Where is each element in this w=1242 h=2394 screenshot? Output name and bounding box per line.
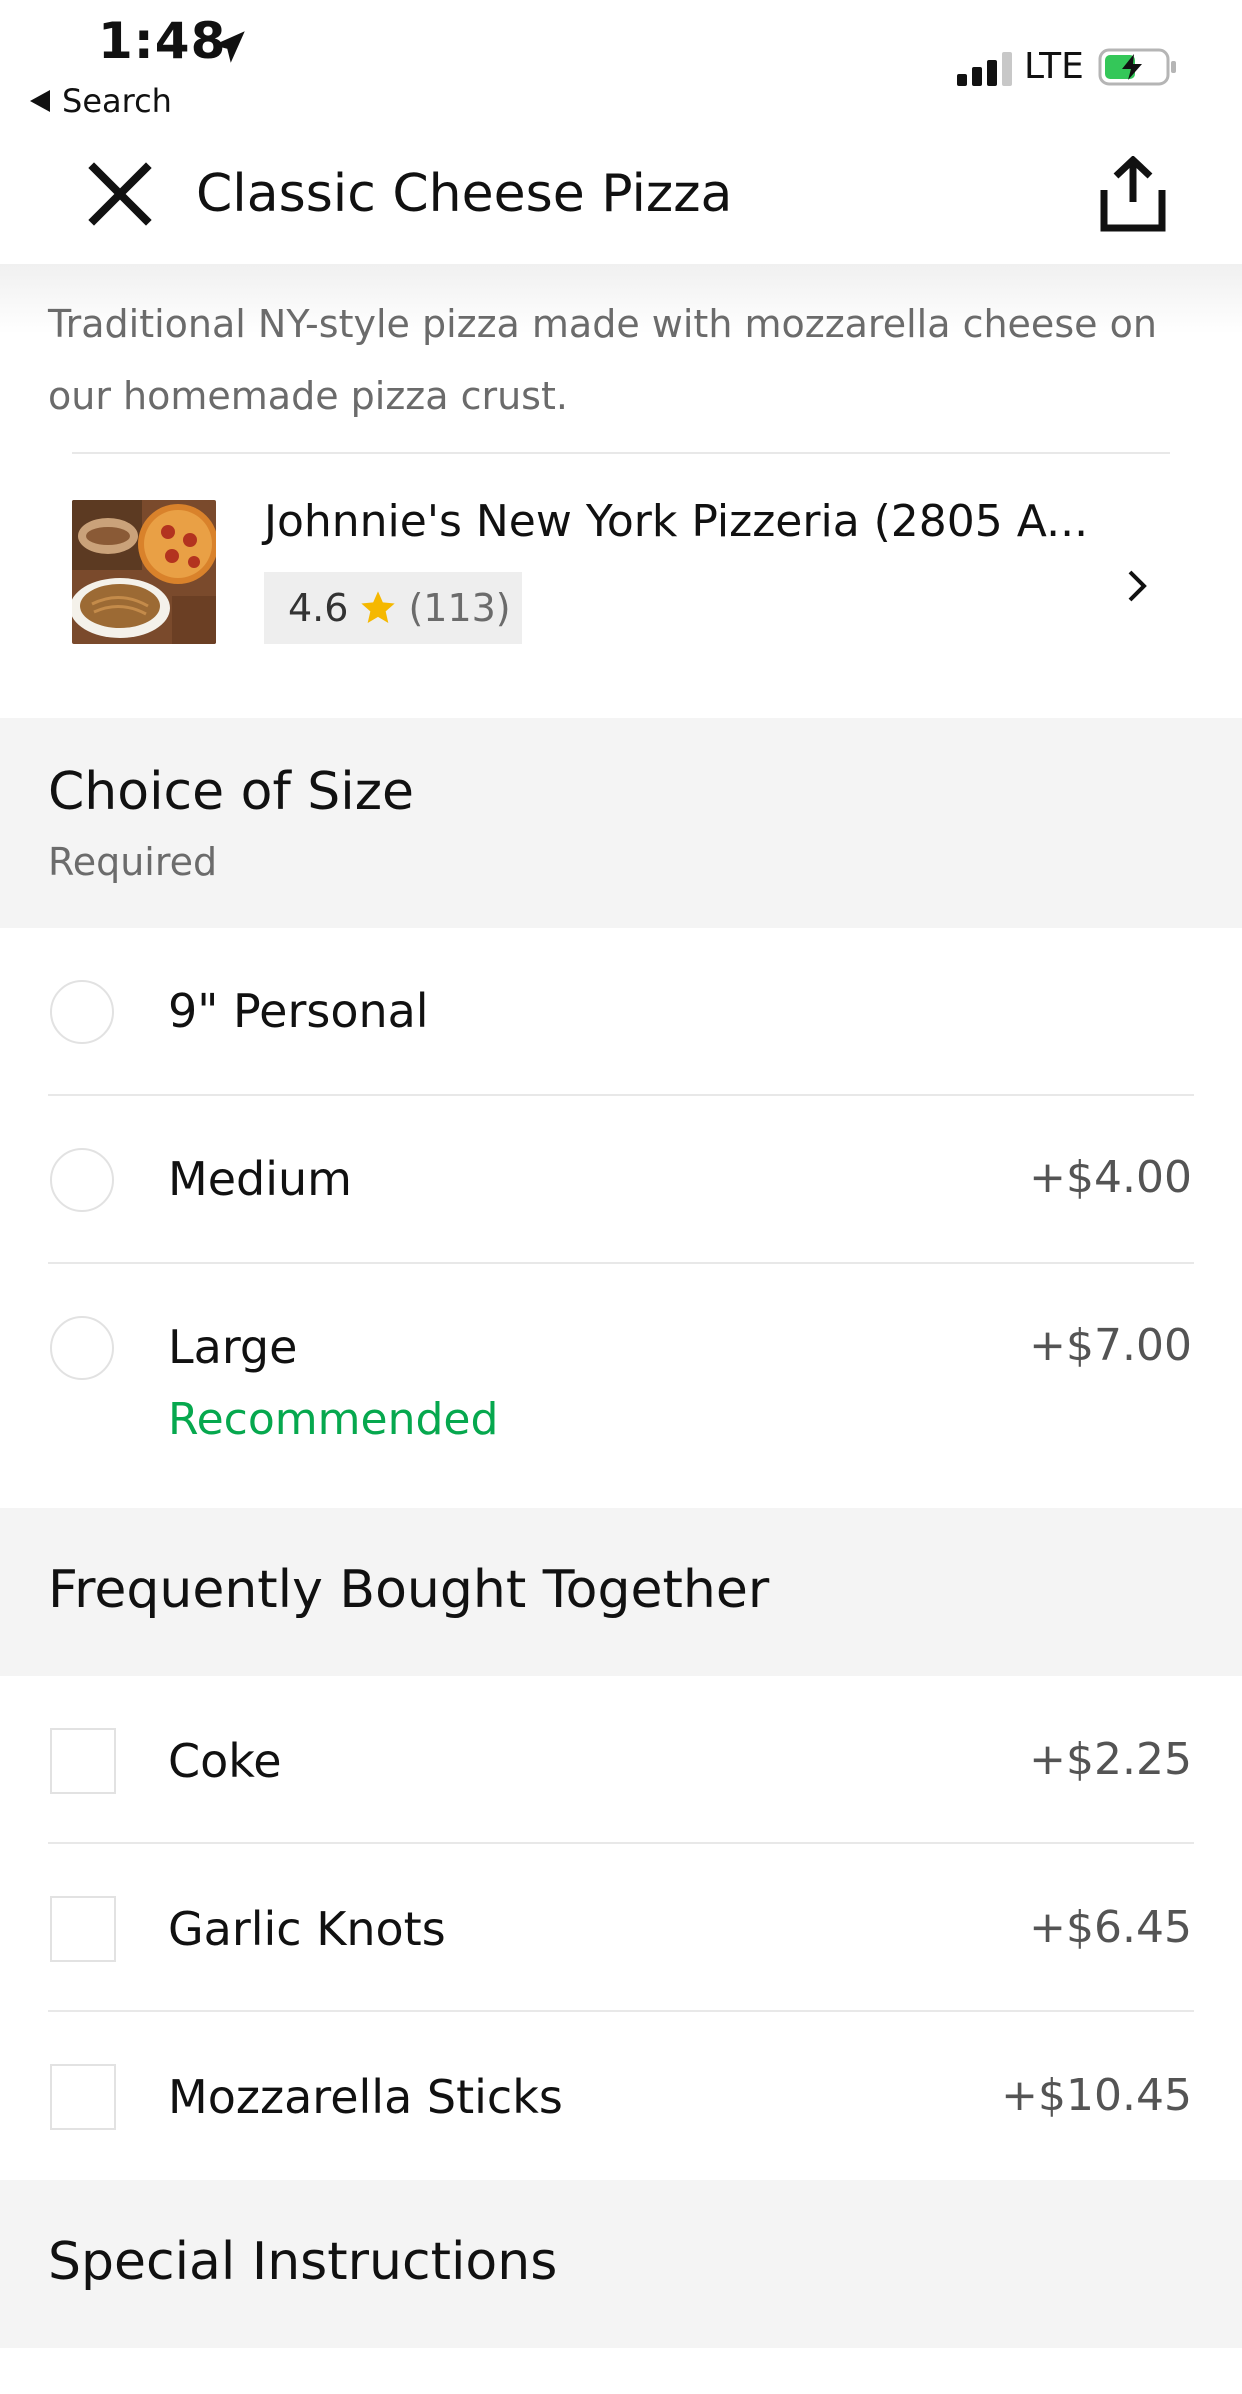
size-radio-large[interactable] xyxy=(50,1316,114,1380)
close-icon[interactable] xyxy=(86,160,154,228)
size-option-price: +$7.00 xyxy=(1029,1320,1192,1371)
item-description: Traditional NY-style pizza made with moz… xyxy=(48,302,1157,418)
rating-badge: 4.6 (113) xyxy=(264,572,522,644)
size-radio-medium[interactable] xyxy=(50,1148,114,1212)
star-icon xyxy=(361,591,396,623)
addon-label: Garlic Knots xyxy=(168,1902,446,1956)
size-section-required: Required xyxy=(48,840,218,884)
addon-checkbox-garlic-knots[interactable] xyxy=(50,1896,116,1962)
recommended-badge: Recommended xyxy=(168,1394,499,1445)
divider xyxy=(72,452,1170,454)
back-to-search-link[interactable]: Search xyxy=(30,82,172,120)
addon-price: +$6.45 xyxy=(1029,1902,1192,1953)
chevron-right-icon[interactable] xyxy=(1120,566,1156,606)
addon-price: +$2.25 xyxy=(1029,1734,1192,1785)
size-option-row[interactable] xyxy=(0,1264,1242,1506)
size-radio-personal[interactable] xyxy=(50,980,114,1044)
addon-checkbox-coke[interactable] xyxy=(50,1728,116,1794)
special-instructions-title: Special Instructions xyxy=(48,2232,558,2292)
restaurant-thumbnail xyxy=(72,500,216,644)
addon-label: Coke xyxy=(168,1734,282,1788)
rating-value: 4.6 xyxy=(288,586,349,630)
frequently-bought-title: Frequently Bought Together xyxy=(48,1560,770,1620)
carrier-label: LTE xyxy=(1024,46,1084,87)
battery-charging-icon xyxy=(1098,48,1176,86)
addon-checkbox-mozzarella-sticks[interactable] xyxy=(50,2064,116,2130)
addon-price: +$10.45 xyxy=(1001,2070,1192,2121)
addon-label: Mozzarella Sticks xyxy=(168,2070,563,2124)
page-title: Classic Cheese Pizza xyxy=(196,164,733,224)
back-arrow-icon xyxy=(30,90,50,112)
rating-count: (113) xyxy=(408,586,511,630)
size-section-title: Choice of Size xyxy=(48,762,415,822)
size-option-label: Medium xyxy=(168,1152,352,1206)
location-arrow-icon xyxy=(213,31,245,63)
size-option-label: Large xyxy=(168,1320,298,1374)
size-option-label: 9" Personal xyxy=(168,984,429,1038)
back-search-label: Search xyxy=(62,82,172,120)
share-icon[interactable] xyxy=(1098,156,1168,234)
size-option-price: +$4.00 xyxy=(1029,1152,1192,1203)
signal-icon xyxy=(957,52,1012,86)
size-section-header xyxy=(0,718,1242,928)
restaurant-name[interactable]: Johnnie's New York Pizzeria (2805 A... xyxy=(264,496,1088,547)
